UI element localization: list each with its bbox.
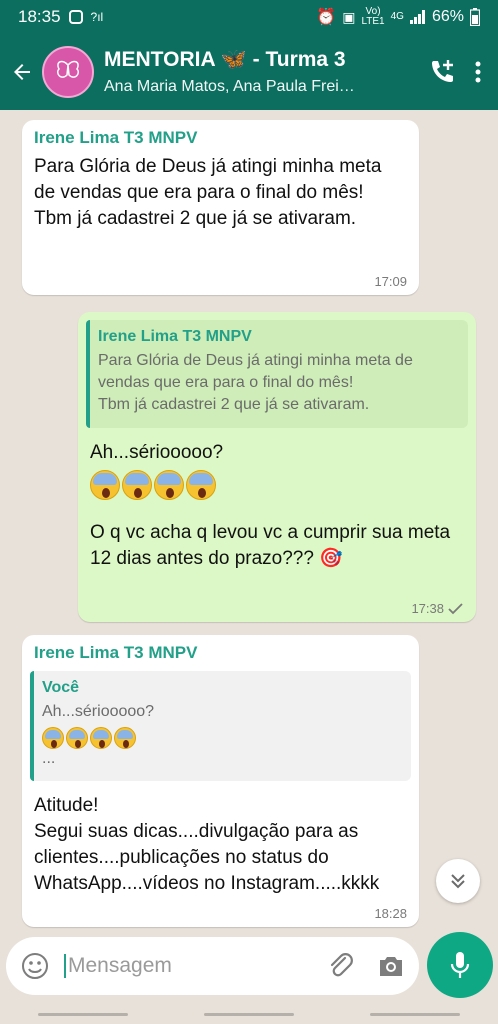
quoted-sender: Você	[42, 679, 80, 696]
sent-check-icon	[448, 602, 463, 614]
back-arrow-icon	[14, 64, 30, 80]
screaming-face-emoji	[186, 470, 216, 500]
instagram-notification-icon	[68, 10, 83, 24]
outgoing-message[interactable]: Irene Lima T3 MNPV Para Glória de Deus j…	[78, 312, 476, 622]
screaming-face-emoji	[114, 727, 136, 749]
chat-header: MENTORIA 🦋 - Turma 3 Ana Maria Matos, An…	[0, 34, 498, 110]
screaming-face-emoji	[154, 470, 184, 500]
message-text: Atitude! Segui suas dicas....divulgação …	[34, 795, 380, 894]
quoted-text: Para Glória de Deus já atingi minha meta…	[98, 352, 413, 413]
message-sender: Irene Lima T3 MNPV	[34, 128, 198, 147]
quoted-message[interactable]: Irene Lima T3 MNPV Para Glória de Deus j…	[86, 320, 468, 428]
screaming-face-emoji	[90, 727, 112, 749]
back-button[interactable]	[2, 34, 42, 110]
voice-record-button[interactable]	[427, 932, 493, 998]
message-time: 18:28	[374, 906, 407, 921]
signal-strength-icon	[409, 10, 425, 24]
chat-info[interactable]: MENTORIA 🦋 - Turma 3 Ana Maria Matos, An…	[104, 48, 389, 96]
add-call-icon[interactable]	[428, 58, 456, 86]
nav-home[interactable]	[204, 1012, 294, 1016]
attachment-icon[interactable]	[327, 952, 355, 980]
battery-icon	[470, 8, 480, 26]
quoted-message[interactable]: Você Ah...sériooooo? ...	[30, 671, 411, 781]
microphone-icon	[450, 952, 470, 978]
message-time: 17:09	[374, 274, 407, 289]
signal-type: 4G	[390, 11, 404, 22]
network-indicator: Vo) LTE1	[361, 6, 385, 27]
chat-participants: Ana Maria Matos, Ana Paula Frei…	[104, 78, 355, 95]
butterfly-avatar-icon	[56, 60, 80, 78]
emoji-row	[86, 470, 468, 500]
scroll-down-button[interactable]	[436, 859, 480, 903]
screaming-face-emoji	[42, 727, 64, 749]
nav-back[interactable]	[370, 1012, 460, 1016]
chat-title: MENTORIA 🦋 - Turma 3	[104, 48, 346, 71]
message-text: Para Glória de Deus já atingi minha meta…	[34, 156, 382, 229]
group-avatar[interactable]	[42, 46, 94, 98]
quoted-sender: Irene Lima T3 MNPV	[98, 328, 252, 345]
status-bar: 18:35 ?ıl ⏰ ▣ Vo) LTE1 4G 66%	[0, 0, 498, 34]
message-time: 17:38	[411, 601, 464, 616]
message-list[interactable]: Irene Lima T3 MNPV Para Glória de Deus j…	[0, 110, 498, 942]
status-time: 18:35	[18, 7, 61, 26]
camera-icon[interactable]	[377, 954, 405, 978]
alarm-icon: ⏰	[316, 9, 337, 26]
message-text: O q vc acha q levou vc a cumprir sua met…	[90, 522, 451, 569]
message-text: Ah...sériooooo?	[90, 442, 224, 463]
lock-icon: ▣	[342, 8, 356, 25]
quoted-text: Ah...sériooooo?	[42, 703, 155, 720]
incoming-message[interactable]: Irene Lima T3 MNPV Para Glória de Deus j…	[22, 120, 419, 295]
battery-level: 66%	[431, 8, 464, 25]
screaming-face-emoji	[90, 470, 120, 500]
message-sender: Irene Lima T3 MNPV	[34, 643, 198, 662]
quoted-emoji-row	[42, 727, 401, 749]
chevron-double-down-icon	[451, 874, 465, 889]
incoming-message[interactable]: Irene Lima T3 MNPV Você Ah...sériooooo? …	[22, 635, 419, 927]
message-input[interactable]	[64, 954, 289, 978]
quoted-more: ...	[42, 750, 56, 767]
more-options-icon[interactable]	[474, 60, 482, 84]
nav-recent-apps[interactable]	[38, 1012, 128, 1016]
emoji-icon[interactable]	[20, 951, 50, 981]
wifi-calling-icon: ?ıl	[90, 10, 104, 24]
message-composer	[6, 937, 419, 995]
screaming-face-emoji	[66, 727, 88, 749]
system-nav-bar	[0, 1004, 498, 1024]
screaming-face-emoji	[122, 470, 152, 500]
